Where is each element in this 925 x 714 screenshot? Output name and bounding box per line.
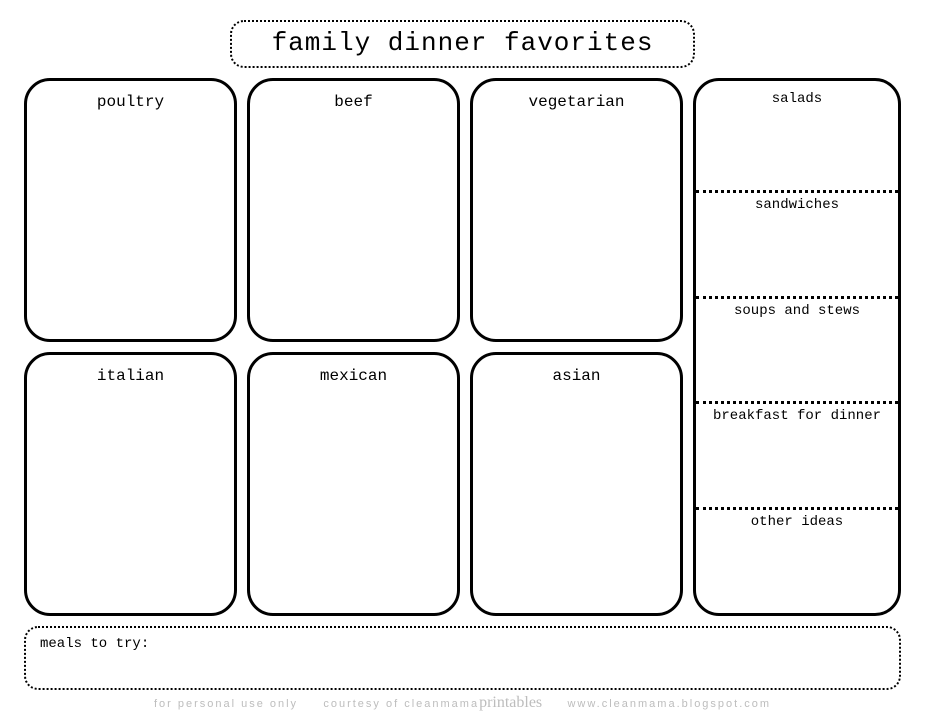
side-section-label: salads xyxy=(772,91,822,107)
side-section-label: other ideas xyxy=(751,514,843,530)
card-asian: asian xyxy=(470,352,683,616)
side-panel: salads sandwiches soups and stews breakf… xyxy=(693,78,901,616)
card-label: mexican xyxy=(320,367,387,385)
side-section-sandwiches: sandwiches xyxy=(696,190,898,296)
card-label: poultry xyxy=(97,93,164,111)
main-grid: poultry beef vegetarian italian mexican … xyxy=(24,78,901,616)
card-vegetarian: vegetarian xyxy=(470,78,683,342)
card-label: asian xyxy=(552,367,600,385)
page-title: family dinner favorites xyxy=(230,20,696,68)
footer-brand-accent: printables xyxy=(479,694,542,711)
side-section-salads: salads xyxy=(696,81,898,190)
side-section-breakfast: breakfast for dinner xyxy=(696,401,898,507)
footer-credit: for personal use only courtesy of cleanm… xyxy=(0,694,925,712)
footer-personal-use: for personal use only xyxy=(154,698,298,710)
card-mexican: mexican xyxy=(247,352,460,616)
title-container: family dinner favorites xyxy=(24,20,901,68)
side-section-label: breakfast for dinner xyxy=(713,408,881,424)
side-section-label: sandwiches xyxy=(755,197,839,213)
card-label: beef xyxy=(334,93,372,111)
side-section-label: soups and stews xyxy=(734,303,860,319)
footer-courtesy: courtesy of cleanmama xyxy=(323,698,479,710)
card-label: vegetarian xyxy=(528,93,624,111)
footer-url: www.cleanmama.blogspot.com xyxy=(567,698,771,710)
category-cards: poultry beef vegetarian italian mexican … xyxy=(24,78,683,616)
side-section-other: other ideas xyxy=(696,507,898,613)
card-label: italian xyxy=(97,367,164,385)
card-beef: beef xyxy=(247,78,460,342)
worksheet-page: family dinner favorites poultry beef veg… xyxy=(0,0,925,714)
meals-label: meals to try: xyxy=(40,636,149,652)
card-poultry: poultry xyxy=(24,78,237,342)
meals-to-try-box: meals to try: xyxy=(24,626,901,690)
card-italian: italian xyxy=(24,352,237,616)
side-section-soups: soups and stews xyxy=(696,296,898,402)
